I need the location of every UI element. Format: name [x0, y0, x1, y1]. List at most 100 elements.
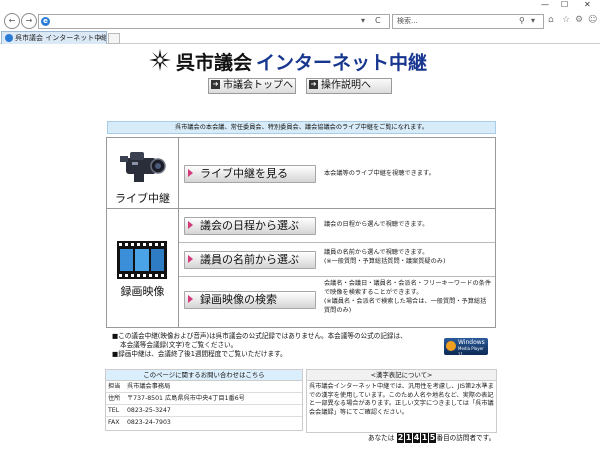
tab-bar: 呉市議会 インターネット中継 × [0, 31, 600, 44]
home-icon[interactable]: ⌂ [548, 15, 554, 25]
counter-digit: 2 [396, 433, 404, 443]
select-by-schedule-button[interactable]: 議会の日程から選ぶ [184, 217, 316, 235]
help-label: 操作説明へ [321, 80, 371, 91]
new-tab-button[interactable] [108, 33, 120, 44]
member-description: 議員の名前から選んで視聴できます。 (※一般質問・予算総括質問・議案質疑のみ) [324, 248, 492, 266]
tab-title: 呉市議会 インターネット中継 [15, 34, 107, 42]
schedule-description: 議会の日程から選んで視聴できます。 [324, 221, 429, 228]
contact-key: 住所 [108, 395, 121, 402]
contact-row: TEL 0823-25-3247 [106, 405, 302, 417]
counter-digit: 1 [404, 433, 412, 443]
search-description-line: 会議名・会議日・議員名・会派名・フリーキーワードの条件で映像を検索することができ… [324, 280, 492, 296]
info-banner: 呉市議会の本会議、常任委員会、特別委員会、議会協議会のライブ中継をご覧になれます… [107, 121, 496, 134]
watch-live-button[interactable]: ライブ中継を見る [184, 165, 316, 183]
back-arrow-icon: ← [8, 16, 16, 25]
contact-key: FAX [108, 419, 120, 426]
contact-row: FAX 0823-24-7903 [106, 417, 302, 428]
page-title-sub: インターネット中継 [256, 52, 428, 74]
contact-key: 担当 [108, 383, 121, 390]
arrow-right-icon: ➜ [211, 80, 220, 89]
ie-tab-icon [5, 34, 13, 42]
search-recordings-button[interactable]: 録画映像の検索 [184, 291, 316, 309]
search-dropdown-icon[interactable]: ▾ [531, 16, 535, 25]
triangle-right-icon [188, 169, 193, 177]
menu-grid: ライブ中継 録画映像 ライブ中継を見る 本会議等のライブ中継を視聴できます。 議… [106, 137, 496, 328]
live-row: ライブ中継を見る 本会議等のライブ中継を視聴できます。 [179, 138, 495, 209]
help-button[interactable]: ➜ 操作説明へ [306, 78, 392, 94]
close-window-button[interactable]: ✕ [584, 0, 591, 10]
recorded-category: 録画映像 [107, 209, 179, 327]
recorded-row-search: 録画映像の検索 会議名・会議日・議員名・会派名・フリーキーワードの条件で映像を検… [179, 277, 495, 327]
forward-button[interactable]: → [21, 13, 37, 29]
recorded-category-label: 録画映像 [120, 285, 165, 298]
council-top-button[interactable]: ➜ 市議会トップへ [208, 78, 296, 94]
member-description-line: 議員の名前から選んで視聴できます。 [324, 249, 429, 256]
search-input[interactable]: 検索... [397, 16, 418, 26]
forward-arrow-icon: → [25, 16, 33, 25]
film-strip-icon [117, 241, 167, 279]
counter-suffix: 番目の訪問者です。 [436, 434, 496, 442]
triangle-right-icon [188, 295, 193, 303]
search-icon[interactable]: ⚲ [519, 16, 525, 25]
contact-row: 住所 〒737-8501 広島県呉市中央4丁目1番6号 [106, 393, 302, 405]
recorded-row-schedule: 議会の日程から選ぶ 議会の日程から選んで視聴できます。 [179, 209, 495, 243]
contact-value: 呉市議会事務局 [127, 383, 171, 390]
select-by-member-label: 議員の名前から選ぶ [200, 253, 299, 266]
kure-city-emblem-icon [149, 49, 171, 71]
kanji-notice-heading: <漢字表記について> [307, 370, 496, 381]
visitor-counter: あなたは 2 1 4 1 5番目の訪問者です。 [368, 433, 495, 443]
triangle-right-icon [188, 221, 193, 229]
watch-live-label: ライブ中継を見る [200, 167, 288, 180]
tab-current[interactable]: 呉市議会 インターネット中継 × [1, 31, 107, 44]
notice-line: ■この議会中継(映像および音声)は呉市議会の公式記録ではありません。本会議等の公… [112, 332, 407, 340]
wmp-line2: Media Player 11 [458, 346, 484, 357]
select-by-schedule-label: 議会の日程から選ぶ [200, 219, 299, 232]
maximize-button[interactable]: ☐ [561, 0, 568, 10]
video-camera-icon [120, 152, 166, 182]
counter-digit: 1 [420, 433, 428, 443]
search-recordings-label: 録画映像の検索 [200, 293, 277, 306]
tab-close-icon[interactable]: × [97, 32, 103, 44]
contact-value: 〒737-8501 広島県呉市中央4丁目1番6号 [127, 395, 245, 402]
contact-box: このページに関するお問い合わせはこちら 担当 呉市議会事務局 住所 〒737-8… [105, 369, 303, 431]
council-top-label: 市議会トップへ [223, 80, 293, 91]
counter-prefix: あなたは [368, 434, 395, 442]
kanji-notice-body: 呉市議会インターネット中継では、汎用性を考慮し、JIS第2水準までの漢字を使用し… [309, 383, 494, 416]
member-description-note: (※一般質問・予算総括質問・議案質疑のみ) [324, 258, 446, 265]
favorites-star-icon[interactable]: ☆ [562, 15, 570, 25]
contact-row: 担当 呉市議会事務局 [106, 381, 302, 393]
counter-digit: 5 [428, 433, 436, 443]
kanji-notice-box: <漢字表記について> 呉市議会インターネット中継では、汎用性を考慮し、JIS第2… [306, 369, 497, 433]
minimize-button[interactable]: — [541, 0, 549, 10]
page-title-main: 呉市議会 [176, 52, 253, 74]
search-box[interactable]: 検索... ⚲ ▾ [392, 14, 544, 29]
notice-line: 本会議等会議録(文字)をご覧ください。 [120, 341, 238, 349]
live-description: 本会議等のライブ中継を視聴できます。 [324, 170, 435, 177]
windows-media-player-badge[interactable]: Windows Media Player 11 [444, 338, 488, 357]
arrow-right-icon: ➜ [309, 80, 318, 89]
wmp-line1: Windows [458, 339, 485, 346]
contact-key: TEL [108, 407, 120, 414]
media-player-logo-icon [446, 341, 456, 351]
notice-text: ■この議会中継(映像および音声)は呉市議会の公式記録ではありません。本会議等の公… [112, 332, 442, 359]
live-category-label: ライブ中継 [115, 192, 170, 205]
contact-value: 0823-25-3247 [127, 407, 171, 414]
gear-icon[interactable]: ⚙ [575, 15, 583, 25]
contact-value: 0823-24-7903 [127, 419, 171, 426]
counter-digit: 4 [412, 433, 420, 443]
dropdown-icon[interactable]: ▾ [361, 16, 365, 25]
search-description: 会議名・会議日・議員名・会派名・フリーキーワードの条件で映像を検索することができ… [324, 279, 492, 315]
recorded-row-member: 議員の名前から選ぶ 議員の名前から選んで視聴できます。 (※一般質問・予算総括質… [179, 243, 495, 277]
browser-navbar: ← → e ▾ C 検索... ⚲ ▾ ⌂ ☆ ⚙ ☺ [0, 11, 600, 31]
live-category: ライブ中継 [107, 138, 179, 209]
triangle-right-icon [188, 255, 193, 263]
search-description-note: (※議員名・会派名で検索した場合は、一般質問・予算総括質問のみ) [324, 298, 487, 314]
back-button[interactable]: ← [4, 13, 20, 29]
select-by-member-button[interactable]: 議員の名前から選ぶ [184, 251, 316, 269]
notice-line: ■録画中継は、会議終了後1週間程度でご覧いただけます。 [112, 350, 287, 358]
refresh-icon[interactable]: C [375, 16, 381, 25]
ie-logo-icon: e [41, 17, 50, 26]
smiley-feedback-icon[interactable]: ☺ [588, 15, 597, 25]
window-titlebar: — ☐ ✕ [0, 0, 600, 10]
address-bar[interactable]: e ▾ C [38, 14, 390, 29]
